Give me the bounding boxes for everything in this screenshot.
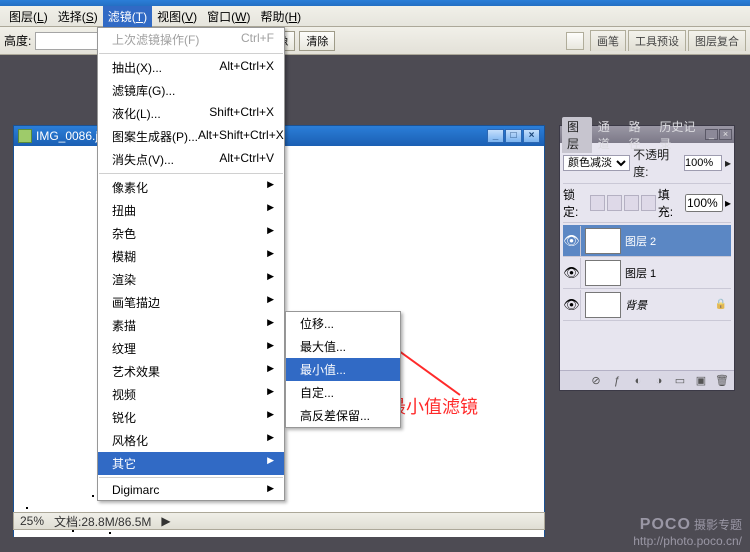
tab-tool-presets[interactable]: 工具预设 [628,30,686,51]
lock-all-icon[interactable] [641,195,656,211]
menu-distort[interactable]: 扭曲▶ [98,199,284,222]
tab-layer-comps[interactable]: 图层复合 [688,30,746,51]
watermark: POCO 摄影专题 http://photo.poco.cn/ [633,516,742,548]
menu-minimum[interactable]: 最小值... [286,358,400,381]
menu-extract[interactable]: 抽出(X)...Alt+Ctrl+X [98,56,284,79]
link-layers-icon[interactable]: ⊘ [587,373,605,388]
menu-pattern-maker[interactable]: 图案生成器(P)...Alt+Shift+Ctrl+X [98,125,284,148]
layer-thumbnail[interactable] [585,260,621,286]
menu-brush-strokes[interactable]: 画笔描边▶ [98,291,284,314]
menu-maximum[interactable]: 最大值... [286,335,400,358]
delete-layer-icon[interactable]: 🗑 [713,373,731,388]
lock-position-icon[interactable] [624,195,639,211]
annotation-text: 最小值滤镜 [388,393,478,419]
menu-other[interactable]: 其它▶ [98,452,284,475]
maximize-button[interactable]: □ [505,129,522,143]
fill-input[interactable] [685,194,723,212]
menu-digimarc[interactable]: Digimarc▶ [98,480,284,500]
lock-transparency-icon[interactable] [590,195,605,211]
blend-mode-select[interactable]: 颜色减淡 [563,155,630,171]
menu-filter-gallery[interactable]: 滤镜库(G)... [98,79,284,102]
layer-row-2[interactable]: 👁 图层 2 [563,225,731,257]
layer-style-icon[interactable]: ƒ [608,373,626,388]
zoom-level[interactable]: 25% [20,514,44,528]
menu-sketch[interactable]: 素描▶ [98,314,284,337]
menu-offset[interactable]: 位移... [286,312,400,335]
menu-custom[interactable]: 自定... [286,381,400,404]
menu-liquify[interactable]: 液化(L)...Shift+Ctrl+X [98,102,284,125]
filter-dropdown: 上次滤镜操作(F)Ctrl+F 抽出(X)...Alt+Ctrl+X 滤镜库(G… [97,27,285,501]
lock-label: 锁定: [563,186,588,220]
menu-layer[interactable]: 图层(L) [4,6,53,27]
visibility-eye-icon[interactable]: 👁 [563,226,581,256]
menu-pixelate[interactable]: 像素化▶ [98,176,284,199]
toolbar-btn-clear[interactable]: 清除 [299,31,335,51]
lock-icon: 🔒 [715,299,727,310]
layers-panel-footer: ⊘ ƒ ◐ ◑ ▭ ▣ 🗑 [560,370,734,390]
toolbar-palette-toggle-icon[interactable] [566,32,584,50]
opacity-label: 不透明度: [633,146,681,180]
layer-row-background[interactable]: 👁 背景 🔒 [563,289,731,321]
visibility-eye-icon[interactable]: 👁 [563,258,581,288]
menu-noise[interactable]: 杂色▶ [98,222,284,245]
opacity-input[interactable] [684,155,722,171]
menu-blur[interactable]: 模糊▶ [98,245,284,268]
layer-name[interactable]: 图层 1 [625,265,731,281]
panel-minimize-icon[interactable]: _ [705,129,718,140]
document-title: IMG_0086.j [36,129,98,143]
menu-window[interactable]: 窗口(W) [202,6,255,27]
close-button[interactable]: × [523,129,540,143]
menu-vanishing-point[interactable]: 消失点(V)...Alt+Ctrl+V [98,148,284,171]
visibility-eye-icon[interactable]: 👁 [563,290,581,320]
other-submenu: 位移... 最大值... 最小值... 自定... 高反差保留... [285,311,401,428]
menubar: 图层(L) 选择(S) 滤镜(T) 视图(V) 窗口(W) 帮助(H) [0,6,750,27]
new-group-icon[interactable]: ▭ [671,373,689,388]
menu-video[interactable]: 视频▶ [98,383,284,406]
layer-name[interactable]: 图层 2 [625,233,731,249]
lock-image-icon[interactable] [607,195,622,211]
doc-size: 文档:28.8M/86.5M [54,513,151,530]
minimize-button[interactable]: _ [487,129,504,143]
panel-tab-layers[interactable]: 图层 [562,117,592,153]
menu-last-filter: 上次滤镜操作(F)Ctrl+F [98,28,284,51]
menu-artistic[interactable]: 艺术效果▶ [98,360,284,383]
menu-view[interactable]: 视图(V) [152,6,202,27]
adjustment-layer-icon[interactable]: ◑ [650,373,668,388]
status-bar: 25% 文档:28.8M/86.5M ▶ [13,512,545,530]
panel-close-icon[interactable]: × [719,129,732,140]
menu-help[interactable]: 帮助(H) [255,6,306,27]
layer-name[interactable]: 背景 [625,297,711,313]
menu-sharpen[interactable]: 锐化▶ [98,406,284,429]
layer-thumbnail[interactable] [585,228,621,254]
menu-select[interactable]: 选择(S) [53,6,103,27]
fill-arrow-icon[interactable]: ▸ [725,196,731,210]
layer-mask-icon[interactable]: ◐ [629,373,647,388]
document-icon [18,129,32,143]
layer-thumbnail[interactable] [585,292,621,318]
menu-texture[interactable]: 纹理▶ [98,337,284,360]
menu-high-pass[interactable]: 高反差保留... [286,404,400,427]
tab-brushes[interactable]: 画笔 [590,30,626,51]
layer-row-1[interactable]: 👁 图层 1 [563,257,731,289]
layers-panel: 图层 通道 路径 历史记录 _ × 颜色减淡 不透明度: ▸ 锁定: 填充: [559,125,735,391]
menu-render[interactable]: 渲染▶ [98,268,284,291]
new-layer-icon[interactable]: ▣ [692,373,710,388]
menu-filter[interactable]: 滤镜(T) [103,6,152,27]
height-label: 高度: [4,32,31,49]
status-arrow-icon[interactable]: ▶ [161,514,170,528]
panel-tab-channels[interactable]: 通道 [593,117,623,153]
fill-label: 填充: [658,186,683,220]
menu-stylize[interactable]: 风格化▶ [98,429,284,452]
opacity-arrow-icon[interactable]: ▸ [725,156,731,170]
